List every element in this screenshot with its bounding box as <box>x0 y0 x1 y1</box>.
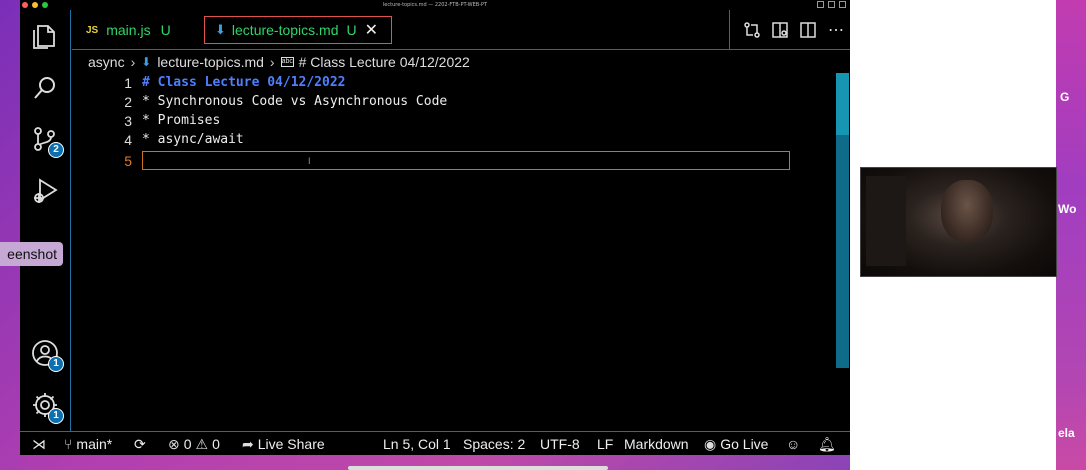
warning-icon: ⚠ <box>195 435 209 452</box>
window-title: lecture-topics.md — 2202-FTB-PT-WEB-PT <box>382 2 488 8</box>
notifications-bell-icon[interactable]: 🔔︎ <box>818 432 836 456</box>
chevron-right-icon: › <box>130 54 136 70</box>
layout-controls <box>817 1 846 8</box>
code-line-active: 5 I <box>72 151 812 170</box>
feedback-icon[interactable]: ☺ <box>786 432 800 456</box>
error-icon: ⊗ <box>168 435 180 452</box>
status-bar: ⋊ ⑂ main* ⟳ ⊗ 0 ⚠ 0 ➦ Live Share Ln 5, C… <box>20 431 850 455</box>
symbol-string-icon: abc <box>280 57 294 67</box>
compare-changes-icon[interactable] <box>738 16 766 44</box>
live-share-icon: ➦ <box>242 435 254 452</box>
line-number: 5 <box>124 152 132 169</box>
line-number: 2 <box>124 93 132 110</box>
go-live-label: Go Live <box>720 436 769 452</box>
settings-badge: 1 <box>48 408 64 424</box>
remote-indicator-icon[interactable]: ⋊ <box>32 432 46 456</box>
search-icon[interactable] <box>30 73 60 103</box>
minimap-scrollbar[interactable] <box>832 73 850 431</box>
close-tab-icon[interactable]: ✕ <box>365 20 378 40</box>
explorer-icon[interactable] <box>30 22 60 52</box>
line-number: 4 <box>124 131 132 148</box>
editor-pane[interactable]: 1 # Class Lecture 04/12/2022 2 * Synchro… <box>72 73 832 431</box>
text-cursor-icon: I <box>308 156 311 166</box>
screenshot-label[interactable]: eenshot <box>0 242 63 266</box>
end-of-line[interactable]: LF <box>597 432 613 456</box>
language-mode[interactable]: Markdown <box>624 432 689 456</box>
code-text[interactable]: * Synchronous Code vs Asynchronous Code <box>142 94 447 109</box>
more-actions-icon[interactable]: ⋯ <box>822 16 850 44</box>
javascript-file-icon: JS <box>86 24 99 36</box>
tab-lecture-topics[interactable]: ⬇ lecture-topics.md U ✕ <box>204 16 392 44</box>
editor-actions: ⋯ <box>729 10 850 50</box>
toggle-secondary-sidebar-icon[interactable] <box>839 1 846 8</box>
breadcrumb-folder[interactable]: async <box>88 54 125 70</box>
source-control-icon[interactable]: 2 <box>30 124 64 158</box>
toggle-sidebar-icon[interactable] <box>817 1 824 8</box>
divider <box>729 10 730 50</box>
account-icon[interactable]: 1 <box>30 338 64 372</box>
problems-indicator[interactable]: ⊗ 0 ⚠ 0 <box>168 432 220 456</box>
edge-label-2: Wo <box>1058 202 1077 216</box>
line-number: 3 <box>124 112 132 129</box>
breadcrumb-symbol[interactable]: # Class Lecture 04/12/2022 <box>299 54 470 70</box>
breadcrumb: async › ⬇ lecture-topics.md › abc # Clas… <box>72 51 850 73</box>
activity-bar: 2 1 1 <box>20 10 71 431</box>
sync-icon[interactable]: ⟳ <box>134 432 146 456</box>
scrollbar-thumb[interactable] <box>836 73 849 135</box>
code-text[interactable]: * Promises <box>142 113 220 128</box>
settings-gear-icon[interactable]: 1 <box>30 390 64 424</box>
webcam-person <box>941 180 993 242</box>
dock-indicator <box>348 466 608 470</box>
vscode-window: lecture-topics.md — 2202-FTB-PT-WEB-PT 2 <box>20 0 850 455</box>
encoding[interactable]: UTF-8 <box>540 432 580 456</box>
title-bar: lecture-topics.md — 2202-FTB-PT-WEB-PT <box>20 0 850 10</box>
markdown-icon: ⬇ <box>141 55 152 69</box>
edge-label-1: G <box>1060 90 1070 104</box>
edge-label-3: ela <box>1058 426 1075 440</box>
webcam-background-shelf <box>866 176 906 266</box>
untracked-status: U <box>160 22 171 38</box>
toggle-panel-icon[interactable] <box>828 1 835 8</box>
live-share-label: Live Share <box>257 436 325 452</box>
chevron-right-icon: › <box>269 54 275 70</box>
resize-handle[interactable] <box>853 210 857 235</box>
tab-main-js[interactable]: JS main.js U <box>72 10 202 50</box>
run-debug-icon[interactable] <box>30 176 60 206</box>
code-line: 2 * Synchronous Code vs Asynchronous Cod… <box>72 92 812 111</box>
code-line: 4 * async/await <box>72 130 812 149</box>
tab-label: main.js <box>106 22 151 38</box>
go-live-button[interactable]: ◉ Go Live <box>704 432 768 456</box>
warning-count: 0 <box>212 436 220 452</box>
code-text[interactable]: # Class Lecture 04/12/2022 <box>142 75 346 90</box>
breadcrumb-file[interactable]: lecture-topics.md <box>157 54 264 70</box>
current-line-highlight[interactable]: I <box>142 151 790 170</box>
line-number: 1 <box>124 74 132 91</box>
cursor-position[interactable]: Ln 5, Col 1 <box>383 432 451 456</box>
split-editor-icon[interactable] <box>794 16 822 44</box>
untracked-status: U <box>346 22 357 38</box>
indentation[interactable]: Spaces: 2 <box>463 432 525 456</box>
source-control-badge: 2 <box>48 142 64 158</box>
broadcast-icon: ◉ <box>704 435 717 452</box>
account-badge: 1 <box>48 356 64 372</box>
open-preview-icon[interactable] <box>766 16 794 44</box>
code-text[interactable]: * async/await <box>142 132 244 147</box>
webcam-video <box>860 167 1057 277</box>
code-line: 3 * Promises <box>72 111 812 130</box>
tab-bar: JS main.js U ⬇ lecture-topics.md U ✕ ⋯ <box>72 10 850 50</box>
tab-label: lecture-topics.md <box>231 22 339 38</box>
branch-indicator[interactable]: ⑂ main* <box>64 432 112 456</box>
wallpaper-edge <box>1056 0 1086 470</box>
branch-name: main* <box>76 436 113 452</box>
live-share-button[interactable]: ➦ Live Share <box>242 432 325 456</box>
code-line: 1 # Class Lecture 04/12/2022 <box>72 73 812 92</box>
markdown-icon: ⬇ <box>215 22 226 37</box>
git-branch-icon: ⑂ <box>64 436 73 452</box>
error-count: 0 <box>183 436 192 452</box>
